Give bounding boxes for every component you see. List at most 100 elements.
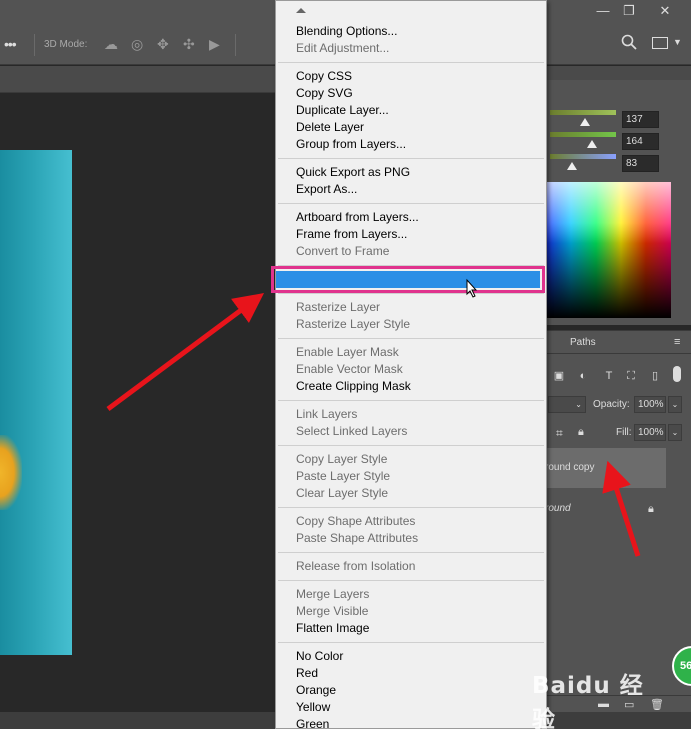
color-panel: 137 164 83: [540, 80, 691, 325]
3d-slide-icon[interactable]: ✣: [183, 36, 195, 53]
menu-item-select-linked-layers: Select Linked Layers: [296, 424, 408, 438]
menu-item-convert-to-frame: Convert to Frame: [296, 244, 390, 258]
panel-menu-icon[interactable]: ≡: [674, 336, 680, 348]
menu-item-create-clipping-mask[interactable]: Create Clipping Mask: [296, 378, 411, 395]
menu-item-export-as[interactable]: Export As...: [296, 181, 357, 198]
menu-item-green[interactable]: Green: [296, 716, 329, 728]
menu-item-quick-export-as-png[interactable]: Quick Export as PNG: [296, 164, 410, 181]
scroll-up-arrow-icon[interactable]: [296, 8, 306, 13]
menu-item-enable-vector-mask: Enable Vector Mask: [296, 362, 403, 376]
fill-dropdown-icon[interactable]: ⌄: [668, 424, 682, 441]
filter-toggle[interactable]: [673, 366, 681, 382]
menu-item-release-from-isolation: Release from Isolation: [296, 559, 416, 573]
3d-mode-label: 3D Mode:: [44, 39, 88, 50]
3d-scale-icon[interactable]: ▶: [209, 36, 220, 53]
green-value[interactable]: 164: [622, 133, 659, 150]
menu-item-artboard-from-layers[interactable]: Artboard from Layers...: [296, 209, 419, 226]
highlighted-item-background: [276, 271, 540, 288]
new-layer-icon[interactable]: ▭: [624, 698, 634, 711]
green-slider-thumb[interactable]: [587, 140, 598, 148]
lock-position-icon[interactable]: ⌗: [556, 426, 563, 441]
menu-item-group-from-layers[interactable]: Group from Layers...: [296, 136, 406, 153]
red-value[interactable]: 137: [622, 111, 659, 128]
menu-item-merge-layers: Merge Layers: [296, 587, 370, 601]
menu-item-red[interactable]: Red: [296, 665, 318, 682]
smart-object-filter-icon[interactable]: ▯: [648, 369, 662, 383]
menu-separator: [278, 552, 544, 553]
menu-item-link-layers: Link Layers: [296, 407, 358, 421]
menu-separator: [278, 158, 544, 159]
red-slider-thumb[interactable]: [579, 118, 590, 126]
delete-layer-icon[interactable]: 🗑︎: [650, 698, 664, 711]
menu-item-copy-svg[interactable]: Copy SVG: [296, 85, 353, 102]
menu-separator: [278, 445, 544, 446]
3d-orbit-icon[interactable]: ☁: [104, 36, 118, 53]
blend-mode-select[interactable]: ⌄: [548, 396, 586, 413]
menu-separator: [278, 507, 544, 508]
adjustment-filter-icon[interactable]: ◐: [576, 369, 590, 383]
type-filter-icon[interactable]: T: [602, 369, 616, 383]
menu-item-flatten-image[interactable]: Flatten Image: [296, 620, 369, 637]
menu-separator: [278, 62, 544, 63]
chevron-down-icon[interactable]: ▼: [673, 37, 682, 47]
document-image[interactable]: [0, 150, 72, 655]
highlight-frame: [271, 266, 545, 293]
color-spectrum[interactable]: [546, 182, 671, 318]
menu-separator: [278, 338, 544, 339]
menu-item-clear-layer-style: Clear Layer Style: [296, 486, 389, 500]
menu-item-merge-visible: Merge Visible: [296, 604, 369, 618]
opacity-input[interactable]: 100%: [634, 396, 666, 413]
menu-separator: [278, 580, 544, 581]
menu-item-orange[interactable]: Orange: [296, 682, 336, 699]
3d-pan-icon[interactable]: ✥: [157, 36, 169, 53]
layer-name: round copy: [545, 462, 595, 473]
restore-icon[interactable]: ❐: [614, 0, 644, 22]
menu-item-edit-adjustment: Edit Adjustment...: [296, 41, 390, 55]
layer-name: round: [545, 503, 571, 514]
fill-label: Fill:: [616, 427, 632, 438]
watermark-logo: Baidu 经验: [532, 673, 644, 729]
image-filter-icon[interactable]: ▣: [552, 369, 566, 383]
search-icon[interactable]: [621, 34, 637, 50]
menu-item-delete-layer[interactable]: Delete Layer: [296, 119, 364, 136]
menu-item-rasterize-layer-style: Rasterize Layer Style: [296, 317, 411, 331]
layers-panel: Paths ≡ ▣ ◐ T ⛶ ▯ ⌄ Opacity: 100% ⌄ ⌗ 🔒︎…: [540, 330, 691, 712]
layer-context-menu: Blending Options... Edit Adjustment... Cop…: [275, 0, 547, 729]
lock-all-icon[interactable]: 🔒︎: [578, 426, 584, 439]
menu-separator: [278, 293, 544, 294]
blue-slider[interactable]: [550, 154, 616, 159]
chevron-down-icon: ⌄: [575, 400, 582, 409]
menu-item-copy-css[interactable]: Copy CSS: [296, 68, 352, 85]
menu-separator: [278, 203, 544, 204]
menu-item-yellow[interactable]: Yellow: [296, 699, 330, 716]
menu-item-copy-shape-attributes: Copy Shape Attributes: [296, 514, 416, 528]
green-slider[interactable]: [550, 132, 616, 137]
menu-separator: [278, 642, 544, 643]
menu-item-enable-layer-mask: Enable Layer Mask: [296, 345, 399, 359]
opacity-dropdown-icon[interactable]: ⌄: [668, 396, 682, 413]
menu-separator: [278, 400, 544, 401]
menu-item-paste-layer-style: Paste Layer Style: [296, 469, 391, 483]
blue-value[interactable]: 83: [622, 155, 659, 172]
menu-item-paste-shape-attributes: Paste Shape Attributes: [296, 531, 419, 545]
workspace-icon[interactable]: [652, 37, 668, 49]
menu-item-blending-options[interactable]: Blending Options...: [296, 23, 397, 40]
new-group-icon[interactable]: ▬: [598, 698, 609, 710]
close-icon[interactable]: ✕: [650, 0, 680, 22]
menu-item-frame-from-layers[interactable]: Frame from Layers...: [296, 226, 407, 243]
opacity-label: Opacity:: [593, 399, 630, 410]
menu-item-rasterize-layer: Rasterize Layer: [296, 300, 381, 314]
menu-item-duplicate-layer[interactable]: Duplicate Layer...: [296, 102, 389, 119]
shape-filter-icon[interactable]: ⛶: [624, 369, 638, 383]
red-slider[interactable]: [550, 110, 616, 115]
fill-input[interactable]: 100%: [634, 424, 666, 441]
menu-item-no-color[interactable]: No Color: [296, 648, 343, 665]
blue-slider-thumb[interactable]: [566, 162, 577, 170]
lock-icon: 🔒︎: [648, 503, 654, 515]
layer-row-selected[interactable]: round copy: [540, 448, 666, 488]
3d-roll-icon[interactable]: ◎: [131, 36, 143, 53]
menu-item-copy-layer-style: Copy Layer Style: [296, 452, 388, 466]
tab-paths[interactable]: Paths: [570, 337, 596, 348]
layer-row[interactable]: round 🔒︎: [540, 489, 666, 529]
more-options-icon[interactable]: •••: [4, 36, 17, 52]
